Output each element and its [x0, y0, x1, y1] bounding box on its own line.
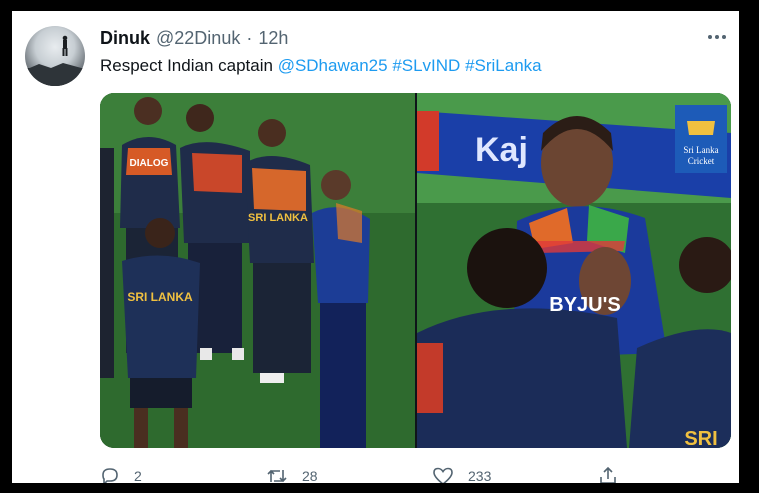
like-button[interactable]: 233	[432, 466, 491, 483]
photo-left[interactable]: DIALOG SRI LANKA SRI LANKA	[100, 93, 415, 448]
photo-left-image: DIALOG SRI LANKA SRI LANKA	[100, 93, 415, 448]
tweet-text: Respect Indian captain @SDhawan25 #SLvIN…	[100, 56, 542, 76]
share-icon	[600, 466, 616, 483]
logo-text-cricket: Cricket	[688, 156, 715, 166]
reply-icon	[102, 468, 118, 483]
avatar[interactable]	[25, 26, 85, 86]
author-name[interactable]: Dinuk	[100, 28, 150, 49]
author-handle[interactable]: @22Dinuk	[156, 28, 240, 49]
like-icon	[433, 467, 453, 483]
reply-button[interactable]: 2	[100, 466, 142, 483]
avatar-image	[25, 35, 85, 86]
hashtag-link[interactable]: #SriLanka	[465, 56, 542, 75]
reply-count: 2	[134, 468, 142, 483]
mention-link[interactable]: @SDhawan25	[278, 56, 388, 75]
jersey-text-dialog: DIALOG	[130, 158, 169, 169]
retweet-count: 28	[302, 468, 318, 483]
media-grid: DIALOG SRI LANKA SRI LANKA Kaj Sri Lanka…	[100, 93, 731, 448]
jersey-text-srilanka-back: SRI LANKA	[127, 290, 193, 304]
separator-dot: ·	[246, 28, 253, 48]
share-button[interactable]	[598, 466, 618, 483]
action-bar: 2 28 233	[100, 466, 700, 483]
logo-text-srilanka: Sri Lanka	[683, 145, 718, 155]
like-count: 233	[468, 468, 492, 483]
retweet-icon	[267, 469, 287, 483]
photo-right[interactable]: Kaj Sri Lanka Cricket BYJU'S SRI	[417, 93, 731, 448]
jersey-text-sri: SRI	[684, 428, 717, 448]
tweet-header: Dinuk @22Dinuk · 12h	[100, 28, 288, 52]
tweet-text-body: Respect Indian captain	[100, 56, 273, 75]
jersey-text-byjus: BYJU'S	[549, 294, 620, 316]
board-text: Kaj	[475, 131, 528, 169]
tweet-time[interactable]: 12h	[258, 28, 288, 49]
retweet-button[interactable]: 28	[266, 466, 318, 483]
photo-right-image: Kaj Sri Lanka Cricket BYJU'S SRI	[417, 93, 731, 448]
more-icon[interactable]	[705, 27, 729, 47]
jersey-text-srilanka: SRI LANKA	[248, 212, 308, 224]
tweet-card: Dinuk @22Dinuk · 12h Respect Indian capt…	[12, 11, 739, 483]
hashtag-link[interactable]: #SLvIND	[392, 56, 460, 75]
